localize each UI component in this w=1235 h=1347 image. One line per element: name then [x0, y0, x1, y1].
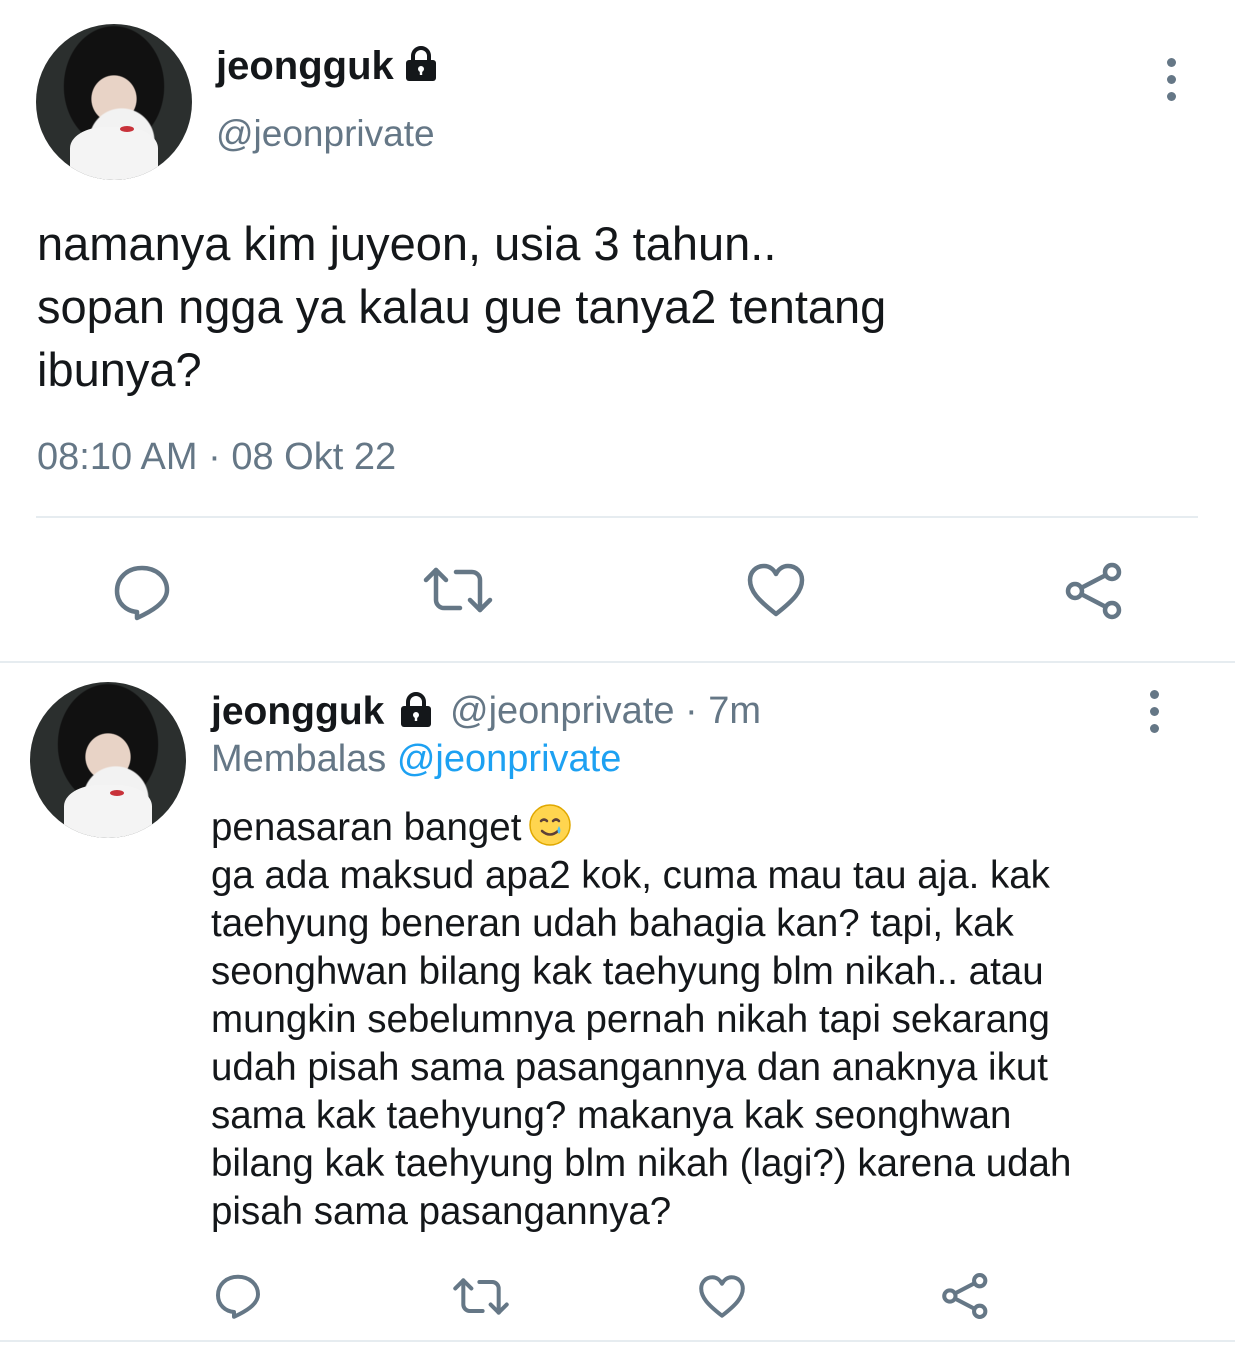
- like-icon[interactable]: [698, 1274, 746, 1319]
- reply-line: sama kak taehyung? makanya kak seonghwan: [211, 1094, 1012, 1137]
- reply-icon[interactable]: [112, 562, 172, 622]
- reply-line: ga ada maksud apa2 kok, cuma mau tau aja…: [211, 854, 1050, 897]
- replying-mention-link[interactable]: @jeonprivate: [397, 738, 621, 780]
- reply-line: udah pisah sama pasangannya dan anaknya …: [211, 1046, 1048, 1089]
- tweet-timestamp[interactable]: 08:10 AM · 08 Okt 22: [37, 436, 396, 479]
- reply-line: pisah sama pasangannya?: [211, 1190, 672, 1233]
- reply-time-ago: · 7m: [685, 690, 762, 732]
- reply-line: seonghwan bilang kak taehyung blm nikah.…: [211, 950, 1044, 993]
- kebab-menu-icon[interactable]: [1164, 58, 1178, 101]
- user-handle[interactable]: @jeonprivate: [216, 113, 435, 155]
- smiling-face-with-tear-icon: [527, 802, 573, 848]
- avatar[interactable]: [36, 24, 192, 180]
- reply-display-name[interactable]: jeongguk: [211, 690, 384, 734]
- tweet-separator: [0, 661, 1235, 663]
- lock-icon: [396, 690, 436, 735]
- reply-line: mungkin sebelumnya pernah nikah tapi sek…: [211, 998, 1050, 1041]
- replying-label: Membalas: [211, 738, 387, 780]
- reply-line: taehyung beneran udah bahagia kan? tapi,…: [211, 902, 1014, 945]
- kebab-menu-icon[interactable]: [1147, 690, 1161, 733]
- retweet-icon[interactable]: [452, 1274, 510, 1319]
- display-name[interactable]: jeongguk: [216, 44, 394, 89]
- like-icon[interactable]: [746, 562, 806, 618]
- reply-line: penasaran banget: [211, 802, 1201, 852]
- reply-handle[interactable]: @jeonprivate · 7m: [450, 690, 761, 733]
- divider: [36, 516, 1198, 518]
- reply-icon[interactable]: [214, 1272, 262, 1320]
- reply-line: bilang kak taehyung blm nikah (lagi?) ka…: [211, 1142, 1072, 1185]
- lock-icon: [401, 44, 441, 89]
- replying-to: Membalas @jeonprivate: [211, 738, 621, 781]
- share-icon[interactable]: [1064, 560, 1126, 622]
- tweet-separator: [0, 1340, 1235, 1342]
- retweet-icon[interactable]: [422, 562, 494, 618]
- reply-text: penasaran banget ga ada maksud apa2 kok,…: [211, 802, 1201, 1236]
- reply-avatar[interactable]: [30, 682, 186, 838]
- reply-user-handle[interactable]: @jeonprivate: [450, 690, 674, 732]
- tweet-text: namanya kim juyeon, usia 3 tahun.. sopan…: [37, 217, 887, 396]
- share-icon[interactable]: [941, 1271, 991, 1321]
